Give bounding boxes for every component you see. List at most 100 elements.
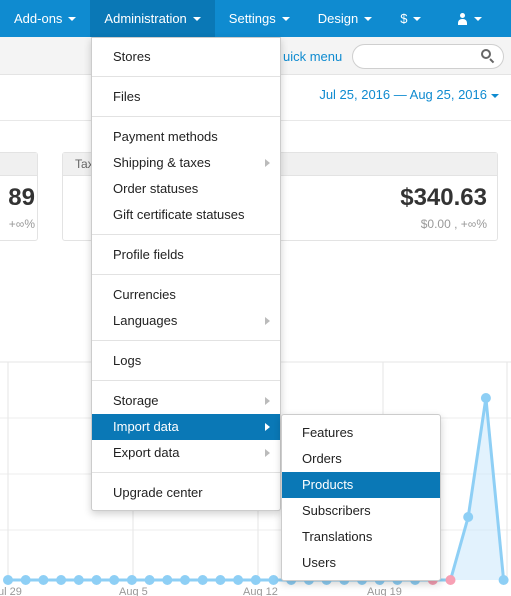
- menu-item-label: Payment methods: [113, 129, 218, 144]
- menu-divider: [92, 76, 280, 77]
- menu-item-label: Shipping & taxes: [113, 155, 211, 170]
- search-icon[interactable]: [481, 49, 495, 64]
- submenu-item-label: Users: [302, 555, 336, 570]
- chart-point: [197, 575, 208, 585]
- nav-administration-label: Administration: [104, 11, 187, 26]
- import-data-submenu: Features Orders Products Subscribers Tra…: [281, 414, 441, 581]
- chart-point: [463, 512, 474, 522]
- date-range-label: Jul 25, 2016 — Aug 25, 2016: [319, 87, 487, 102]
- menu-divider: [92, 274, 280, 275]
- stat-change: +∞%: [8, 217, 35, 231]
- chart-point: [233, 575, 244, 585]
- stat-change: $0.00 , +∞%: [420, 217, 487, 231]
- chevron-right-icon: [265, 449, 270, 457]
- menu-item-label: Gift certificate statuses: [113, 207, 245, 222]
- stat-value: 89: [8, 184, 35, 211]
- menu-item-label: Currencies: [113, 287, 176, 302]
- chevron-down-icon: [68, 16, 77, 21]
- stat-value: $340.63: [400, 184, 487, 211]
- menu-item-files[interactable]: Files: [92, 84, 280, 110]
- submenu-item-products[interactable]: Products: [282, 472, 440, 498]
- menu-item-storage[interactable]: Storage: [92, 388, 280, 414]
- chart-point: [250, 575, 261, 585]
- submenu-item-subscribers[interactable]: Subscribers: [282, 498, 440, 524]
- top-nav: Add-ons Administration Settings Design $: [0, 0, 511, 37]
- nav-user[interactable]: [435, 0, 496, 37]
- menu-item-label: Export data: [113, 445, 180, 460]
- search-input[interactable]: [352, 44, 504, 69]
- menu-item-payment-methods[interactable]: Payment methods: [92, 124, 280, 150]
- nav-design-label: Design: [317, 11, 359, 26]
- menu-divider: [92, 116, 280, 117]
- menu-item-profile-fields[interactable]: Profile fields: [92, 242, 280, 268]
- chart-point: [73, 575, 84, 585]
- chart-point: [268, 575, 279, 585]
- menu-item-label: Profile fields: [113, 247, 184, 262]
- submenu-item-label: Subscribers: [302, 503, 371, 518]
- menu-item-label: Logs: [113, 353, 142, 368]
- menu-item-export-data[interactable]: Export data: [92, 440, 280, 466]
- menu-item-currencies[interactable]: Currencies: [92, 282, 280, 308]
- nav-design[interactable]: Design: [304, 0, 386, 37]
- menu-divider: [92, 234, 280, 235]
- chevron-down-icon: [413, 16, 422, 21]
- menu-item-label: Languages: [113, 313, 178, 328]
- chart-point: [126, 575, 137, 585]
- chart-point: [215, 575, 226, 585]
- menu-item-label: Import data: [113, 419, 179, 434]
- nav-administration[interactable]: Administration: [90, 0, 215, 37]
- stat-card: 89 +∞%: [0, 152, 38, 241]
- x-tick-label: Aug 19: [367, 586, 402, 596]
- menu-item-logs[interactable]: Logs: [92, 348, 280, 374]
- chart-point: [109, 575, 120, 585]
- chart-point: [38, 575, 49, 585]
- submenu-item-label: Translations: [302, 529, 373, 544]
- date-range-picker[interactable]: Jul 25, 2016 — Aug 25, 2016: [319, 87, 499, 102]
- user-icon: [457, 12, 468, 25]
- x-tick-label: Aug 5: [119, 586, 148, 596]
- menu-item-gift-certificate-statuses[interactable]: Gift certificate statuses: [92, 202, 280, 228]
- chevron-down-icon: [192, 16, 201, 21]
- x-tick-label: Aug 12: [243, 586, 278, 596]
- menu-item-import-data[interactable]: Import data: [92, 414, 280, 440]
- chart-point: [20, 575, 31, 585]
- chart-point: [445, 575, 456, 585]
- submenu-item-users[interactable]: Users: [282, 550, 440, 576]
- menu-item-stores[interactable]: Stores: [92, 44, 280, 70]
- menu-item-order-statuses[interactable]: Order statuses: [92, 176, 280, 202]
- chart-point: [480, 393, 491, 403]
- nav-addons-label: Add-ons: [14, 11, 63, 26]
- chart-point: [3, 575, 13, 585]
- nav-currency-label: $: [400, 11, 408, 26]
- menu-item-languages[interactable]: Languages: [92, 308, 280, 334]
- menu-item-shipping-taxes[interactable]: Shipping & taxes: [92, 150, 280, 176]
- chevron-right-icon: [265, 397, 270, 405]
- chevron-right-icon: [265, 159, 270, 167]
- chevron-right-icon: [265, 317, 270, 325]
- submenu-item-orders[interactable]: Orders: [282, 446, 440, 472]
- menu-item-upgrade-center[interactable]: Upgrade center: [92, 480, 280, 506]
- menu-divider: [92, 472, 280, 473]
- chevron-down-icon: [364, 16, 373, 21]
- submenu-item-label: Features: [302, 425, 354, 440]
- menu-item-label: Storage: [113, 393, 159, 408]
- quick-menu-link[interactable]: uick menu: [283, 49, 342, 64]
- administration-menu: Stores Files Payment methods Shipping & …: [91, 37, 281, 511]
- chart-point: [56, 575, 67, 585]
- chevron-down-icon: [281, 16, 290, 21]
- submenu-item-translations[interactable]: Translations: [282, 524, 440, 550]
- nav-settings[interactable]: Settings: [215, 0, 304, 37]
- nav-currency[interactable]: $: [386, 0, 435, 37]
- submenu-item-label: Products: [302, 477, 354, 492]
- chevron-right-icon: [265, 423, 270, 431]
- chart-point: [498, 575, 509, 585]
- menu-item-label: Order statuses: [113, 181, 199, 196]
- chart-point: [162, 575, 173, 585]
- nav-addons[interactable]: Add-ons: [0, 0, 90, 37]
- submenu-item-label: Orders: [302, 451, 342, 466]
- menu-divider: [92, 380, 280, 381]
- chart-point: [180, 575, 190, 585]
- submenu-item-features[interactable]: Features: [282, 420, 440, 446]
- menu-item-label: Files: [113, 89, 141, 104]
- chart-point: [144, 575, 155, 585]
